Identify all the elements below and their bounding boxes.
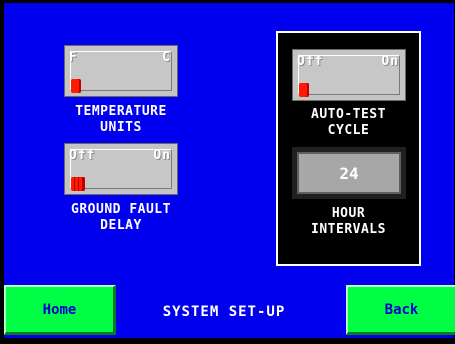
ground-fault-delay-caption: GROUND FAULT DELAY — [34, 202, 208, 234]
caption-line: DELAY — [100, 218, 142, 233]
toggle-left-label: Off — [69, 148, 96, 163]
auto-test-cycle-toggle[interactable]: Off On — [292, 49, 406, 101]
toggle-right-label: C — [162, 50, 171, 65]
caption-line: INTERVALS — [311, 222, 386, 237]
caption-line: AUTO-TEST — [311, 107, 386, 122]
toggle-left-label: Off — [297, 54, 324, 69]
temperature-units-caption: TEMPERATURE UNITS — [44, 104, 198, 136]
toggle-right-label: On — [153, 148, 171, 163]
toggle-face — [70, 51, 172, 91]
home-button[interactable]: Home — [4, 285, 116, 335]
auto-test-cycle-caption: AUTO-TEST CYCLE — [278, 107, 419, 139]
hour-intervals-caption: HOUR INTERVALS — [278, 206, 419, 238]
system-setup-panel: F C TEMPERATURE UNITS Off On GROUND FAUL… — [4, 3, 455, 338]
toggle-knob[interactable] — [299, 83, 309, 97]
temperature-units-toggle[interactable]: F C — [64, 45, 178, 97]
hour-intervals-field[interactable]: 24 — [292, 147, 406, 199]
hmi-screen: F C TEMPERATURE UNITS Off On GROUND FAUL… — [0, 0, 455, 344]
ground-fault-delay-toggle[interactable]: Off On — [64, 143, 178, 195]
toggle-right-label: On — [381, 54, 399, 69]
toggle-knob[interactable] — [71, 79, 81, 93]
caption-line: HOUR — [331, 206, 366, 221]
caption-line: GROUND FAULT — [71, 202, 171, 217]
back-button[interactable]: Back — [346, 285, 455, 335]
toggle-left-label: F — [69, 50, 78, 65]
caption-line: UNITS — [100, 120, 142, 135]
hour-intervals-value: 24 — [297, 152, 401, 194]
caption-line: CYCLE — [327, 123, 370, 138]
caption-line: TEMPERATURE — [75, 104, 167, 119]
auto-test-panel: Off On AUTO-TEST CYCLE 24 HOUR INTERVALS — [276, 31, 421, 266]
toggle-knob[interactable] — [71, 177, 85, 191]
page-title: SYSTEM SET-UP — [162, 304, 286, 320]
